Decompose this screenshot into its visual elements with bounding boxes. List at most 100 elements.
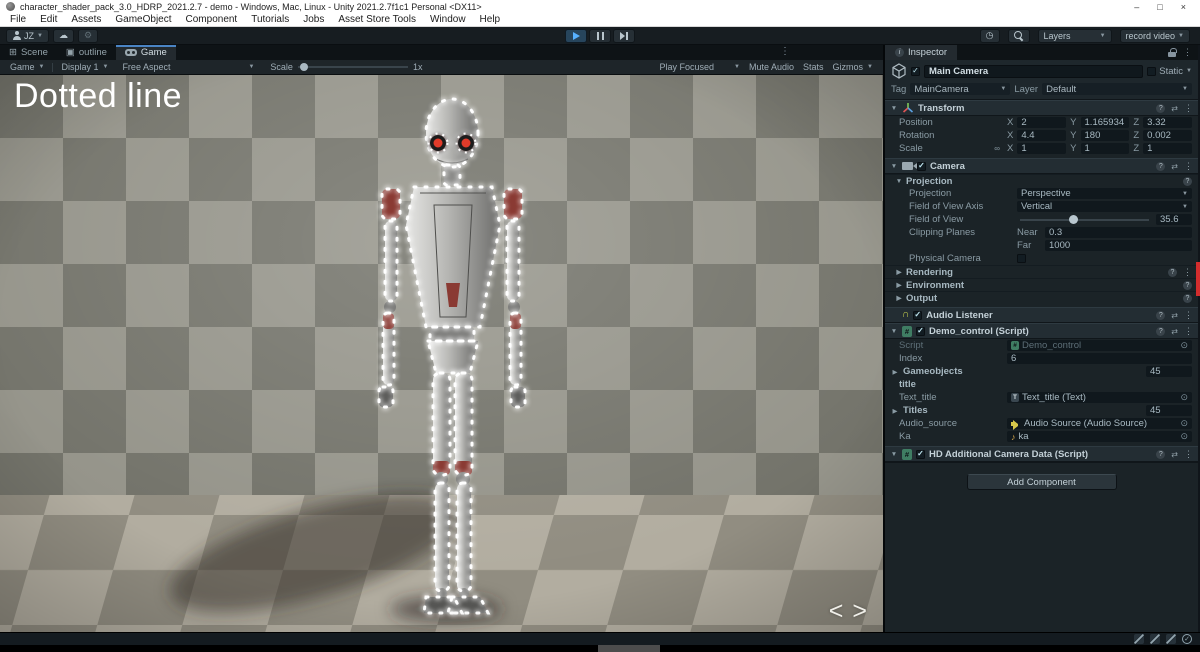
kebab-menu-icon[interactable]: ⋮ — [1184, 449, 1193, 460]
menu-asset-store-tools[interactable]: Asset Store Tools — [331, 14, 423, 25]
scale-x-field[interactable]: 1 — [1017, 143, 1067, 154]
scale-y-field[interactable]: 1 — [1080, 143, 1130, 154]
menu-assets[interactable]: Assets — [64, 14, 108, 25]
near-field[interactable]: 0.3 — [1045, 227, 1192, 238]
scale-slider-knob[interactable] — [299, 63, 308, 71]
position-z-field[interactable]: 3.32 — [1143, 117, 1192, 128]
static-checkbox[interactable] — [1147, 66, 1157, 76]
environment-group-header[interactable]: ▶ Environment ? — [885, 278, 1198, 291]
menu-file[interactable]: File — [3, 14, 33, 25]
object-picker-icon[interactable]: ⊙ — [1180, 392, 1188, 403]
search-button[interactable] — [1007, 28, 1030, 43]
foldout-icon[interactable]: ▼ — [890, 328, 898, 335]
tag-dropdown[interactable]: MainCamera ▼ — [910, 83, 1011, 95]
lock-icon[interactable] — [1168, 48, 1177, 57]
pause-button[interactable] — [589, 28, 611, 43]
object-picker-icon[interactable]: ⊙ — [1180, 431, 1188, 442]
projection-dropdown[interactable]: Perspective ▼ — [1017, 188, 1192, 199]
transform-component-header[interactable]: ▼ Transform ? ⇄ ⋮ — [885, 100, 1198, 116]
preset-icon[interactable]: ⇄ — [1171, 327, 1178, 336]
minimize-button[interactable]: – — [1134, 2, 1139, 12]
kebab-menu-icon[interactable]: ⋮ — [1183, 47, 1192, 58]
kebab-menu-icon[interactable]: ⋮ — [1183, 267, 1192, 278]
active-checkbox[interactable]: ✓ — [911, 66, 920, 76]
camera-component-header[interactable]: ▼ ✓ Camera ? ⇄ ⋮ — [885, 158, 1198, 174]
layer-dropdown[interactable]: Default ▼ — [1042, 83, 1192, 95]
fov-slider-knob[interactable] — [1069, 215, 1079, 224]
rotation-x-field[interactable]: 4.4 — [1017, 130, 1067, 141]
step-button[interactable] — [613, 28, 635, 43]
output-group-header[interactable]: ▶ Output ? — [885, 291, 1198, 304]
tab-outline[interactable]: ▣ outline — [57, 45, 116, 60]
notification-muted-icon-1[interactable] — [1134, 634, 1144, 644]
demo-control-checkbox[interactable]: ✓ — [916, 326, 925, 336]
status-ok-icon[interactable]: ✓ — [1182, 634, 1192, 644]
stats-toggle[interactable]: Stats — [803, 62, 824, 72]
next-button[interactable]: > — [852, 597, 867, 626]
help-icon[interactable]: ? — [1183, 176, 1192, 186]
position-y-field[interactable]: 1.165934 — [1080, 117, 1130, 128]
notification-muted-icon-3[interactable] — [1166, 634, 1176, 644]
rotation-y-field[interactable]: 180 — [1080, 130, 1130, 141]
object-picker-icon[interactable]: ⊙ — [1180, 340, 1188, 351]
help-icon[interactable]: ? — [1183, 293, 1192, 303]
display-target-dropdown[interactable]: Game ▼ — [4, 62, 50, 72]
kebab-menu-icon[interactable]: ⋮ — [1184, 310, 1193, 321]
play-focused-dropdown[interactable]: Play Focused ▼ — [660, 62, 740, 72]
foldout-icon[interactable]: ▶ — [891, 368, 899, 376]
text-title-field[interactable]: T Text_title (Text) ⊙ — [1007, 392, 1192, 403]
services-button[interactable]: ⚙ — [77, 28, 99, 43]
menu-gameobject[interactable]: GameObject — [108, 14, 178, 25]
menu-tutorials[interactable]: Tutorials — [244, 14, 296, 25]
rotation-z-field[interactable]: 0.002 — [1143, 130, 1192, 141]
restore-button[interactable]: □ — [1157, 2, 1162, 12]
far-field[interactable]: 1000 — [1045, 240, 1192, 251]
scale-z-field[interactable]: 1 — [1143, 143, 1192, 154]
close-button[interactable]: × — [1181, 2, 1186, 12]
hd-camera-data-header[interactable]: ▼ # ✓ HD Additional Camera Data (Script)… — [885, 446, 1198, 462]
display-dropdown[interactable]: Display 1 ▼ — [55, 62, 114, 72]
layers-dropdown[interactable]: Layers ▼ — [1037, 28, 1112, 43]
audio-listener-header[interactable]: ∩ ✓ Audio Listener ? ⇄ ⋮ — [885, 307, 1198, 323]
audio-listener-checkbox[interactable]: ✓ — [913, 310, 923, 320]
preset-icon[interactable]: ⇄ — [1171, 311, 1178, 320]
undo-history-button[interactable]: ◷ — [979, 28, 1000, 43]
notification-muted-icon-2[interactable] — [1150, 634, 1160, 644]
kebab-menu-icon[interactable]: ⋮ — [1184, 103, 1193, 114]
foldout-icon[interactable]: ▶ — [891, 407, 899, 415]
camera-enabled-checkbox[interactable]: ✓ — [917, 161, 926, 171]
menu-window[interactable]: Window — [423, 14, 473, 25]
script-field[interactable]: # Demo_control ⊙ — [1007, 340, 1192, 351]
play-button[interactable] — [565, 28, 587, 43]
foldout-icon[interactable]: ▶ — [895, 268, 903, 276]
aspect-dropdown[interactable]: Free Aspect ▼ — [116, 62, 260, 72]
constrain-proportions-icon[interactable]: ∞ — [994, 144, 1003, 153]
position-x-field[interactable]: 2 — [1017, 117, 1067, 128]
hd-camera-data-checkbox[interactable]: ✓ — [916, 449, 925, 459]
tab-scene[interactable]: ⊞ Scene — [0, 45, 57, 60]
help-icon[interactable]: ? — [1156, 310, 1166, 320]
object-picker-icon[interactable]: ⊙ — [1180, 418, 1188, 429]
ka-field[interactable]: ♪ ka ⊙ — [1007, 431, 1192, 442]
audio-source-field[interactable]: Audio Source (Audio Source) ⊙ — [1007, 418, 1192, 430]
help-icon[interactable]: ? — [1183, 280, 1192, 290]
fov-axis-dropdown[interactable]: Vertical ▼ — [1017, 201, 1192, 212]
rendering-group-header[interactable]: ▶ Rendering ? ⋮ — [885, 265, 1198, 278]
scale-slider[interactable] — [297, 63, 408, 71]
foldout-icon[interactable]: ▼ — [890, 451, 898, 458]
preset-icon[interactable]: ⇄ — [1171, 104, 1178, 113]
help-icon[interactable]: ? — [1168, 267, 1177, 277]
projection-group-header[interactable]: ▼ Projection ? — [885, 174, 1198, 187]
foldout-icon[interactable]: ▼ — [890, 163, 898, 170]
kebab-menu-icon[interactable]: ⋮ — [1184, 326, 1193, 337]
titles-count-field[interactable]: 45 — [1146, 405, 1192, 416]
cloud-button[interactable]: ☁ — [52, 28, 74, 43]
gameobject-name-field[interactable]: Main Camera — [924, 64, 1144, 78]
preset-icon[interactable]: ⇄ — [1171, 450, 1178, 459]
gizmos-dropdown[interactable]: Gizmos ▼ — [833, 62, 873, 72]
kebab-menu-icon[interactable]: ⋮ — [1184, 161, 1193, 172]
static-toggle[interactable]: Static ▼ — [1147, 66, 1192, 77]
index-field[interactable]: 6 — [1007, 353, 1192, 364]
demo-control-header[interactable]: ▼ # ✓ Demo_control (Script) ? ⇄ ⋮ — [885, 323, 1198, 339]
help-icon[interactable]: ? — [1156, 449, 1166, 459]
